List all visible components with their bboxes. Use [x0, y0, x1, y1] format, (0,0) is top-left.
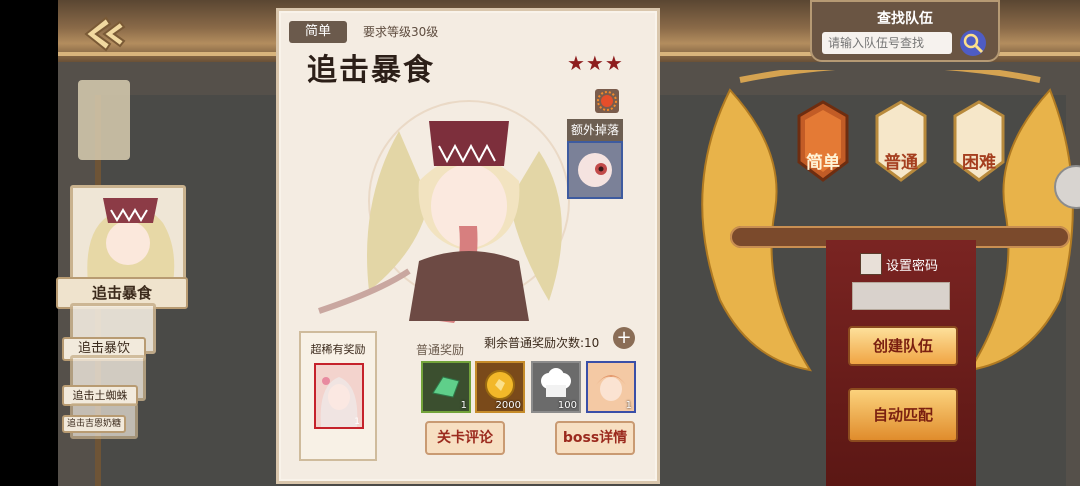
super-rare-item[interactable]: 1: [314, 363, 364, 429]
password-field[interactable]: [852, 282, 950, 310]
super-rare-count: 1: [354, 417, 360, 427]
super-rare-reward-box: 超稀有奖励 1: [299, 331, 377, 461]
difficulty-tab-hard[interactable]: 困难: [951, 98, 1007, 186]
team-search-title: 查找队伍: [877, 11, 933, 27]
extra-drop-item[interactable]: [567, 141, 623, 199]
back-arrow-icon: [84, 16, 126, 52]
reward-count: 1: [460, 400, 467, 411]
star-rating: ★★★: [567, 51, 624, 75]
reward-count: 2000: [495, 400, 521, 411]
team-id-input[interactable]: [822, 32, 952, 54]
back-button[interactable]: [78, 14, 136, 54]
search-button[interactable]: [960, 30, 986, 56]
stage-detail-card: 简单 要求等级30级 追击暴食 ★★★ 额外掉落 超稀有奖励 1 普通奖励 剩余…: [276, 8, 660, 484]
difficulty-tab-label: 简单: [806, 153, 840, 173]
stage-review-button[interactable]: 关卡评论: [425, 421, 505, 455]
eyeball-icon: [569, 143, 621, 197]
create-team-button[interactable]: 创建队伍: [848, 326, 958, 366]
stage-title: 追击暴食: [307, 53, 435, 88]
clipboard-decoration: [78, 80, 130, 160]
stage-list: 追击暴食 追击暴饮 追击土蜘蛛 追击吉恩奶糖: [56, 175, 210, 439]
reward-item[interactable]: 1: [586, 361, 636, 413]
difficulty-tab-normal[interactable]: 普通: [873, 98, 929, 186]
reward-item[interactable]: 100: [531, 361, 581, 413]
level-requirement: 要求等级30级: [363, 25, 439, 39]
super-rare-label: 超稀有奖励: [310, 343, 366, 356]
extra-drop-label: 额外掉落: [567, 119, 623, 141]
difficulty-tab-label: 困难: [962, 153, 996, 173]
team-search-panel: 查找队伍: [810, 0, 1000, 62]
normal-reward-label: 普通奖励: [416, 343, 465, 357]
add-reward-times-button[interactable]: +: [613, 327, 635, 349]
difficulty-tab-label: 普通: [884, 153, 918, 173]
stage-thumb-active[interactable]: [70, 185, 186, 286]
set-password-checkbox[interactable]: [860, 253, 882, 275]
boss-details-button[interactable]: boss详情: [555, 421, 635, 455]
reward-item[interactable]: 2000: [475, 361, 525, 413]
weather-sun-icon: [595, 89, 619, 113]
auto-match-button[interactable]: 自动匹配: [848, 388, 958, 442]
difficulty-tab-easy[interactable]: 简单: [795, 98, 851, 186]
reward-count: 1: [625, 400, 632, 411]
stage-list-item[interactable]: 追击吉恩奶糖: [62, 415, 126, 433]
remaining-reward-count: 剩余普通奖励次数:10: [484, 336, 600, 350]
difficulty-tag: 简单: [289, 21, 347, 43]
game-screen: 追击暴食 追击暴饮 追击土蜘蛛 追击吉恩奶糖 简单 要求等级30级 追击暴食 ★…: [0, 0, 1080, 486]
reward-count: 100: [557, 400, 577, 411]
search-icon: [963, 33, 984, 54]
left-letterbox: [0, 0, 58, 486]
set-password-label: 设置密码: [886, 259, 939, 274]
reward-item[interactable]: 1: [421, 361, 471, 413]
boss-portrait-icon: [73, 188, 183, 283]
